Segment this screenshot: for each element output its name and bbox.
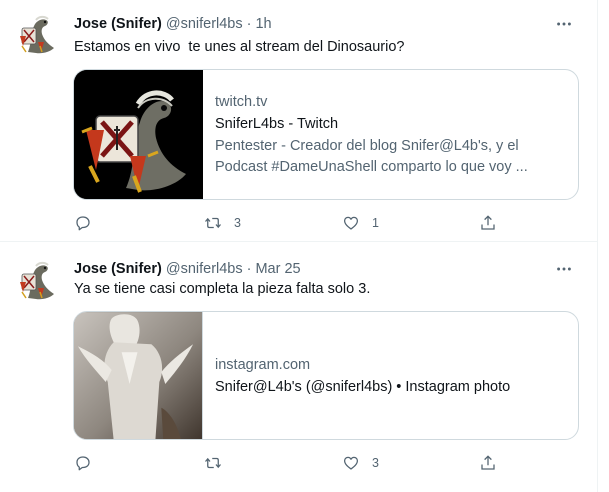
like-icon xyxy=(343,216,359,230)
separator-dot: · xyxy=(246,261,252,277)
like-count: 3 xyxy=(372,456,379,470)
tweet-text: Ya se tiene casi completa la pieza falta… xyxy=(74,281,371,297)
link-card[interactable]: twitch.tv SniferL4bs - Twitch Pentester … xyxy=(73,69,579,200)
reply-icon xyxy=(76,216,90,231)
more-button[interactable] xyxy=(554,14,574,34)
author-name[interactable]: Jose (Snifer) xyxy=(74,16,162,32)
avatar[interactable] xyxy=(14,12,58,58)
share-icon xyxy=(481,455,495,470)
retweet-button[interactable] xyxy=(204,452,234,474)
action-bar: 3 1 xyxy=(74,212,504,234)
more-icon xyxy=(557,267,571,271)
more-button[interactable] xyxy=(554,259,574,279)
more-icon xyxy=(557,22,571,26)
like-button[interactable]: 3 xyxy=(342,452,379,474)
avatar[interactable] xyxy=(14,258,58,304)
action-bar: 3 xyxy=(74,452,504,474)
card-description-line: Podcast #DameUnaShell comparto lo que vo… xyxy=(215,158,528,175)
link-card[interactable]: instagram.com Snifer@L4b's (@sniferl4bs)… xyxy=(73,311,579,440)
like-button[interactable]: 1 xyxy=(342,212,379,234)
figure-photo-image xyxy=(74,312,202,439)
tweet[interactable]: Jose (Snifer) @sniferl4bs · Mar 25 Ya se… xyxy=(0,243,598,492)
share-button[interactable] xyxy=(479,452,497,474)
card-description-line: Pentester - Creador del blog Snifer@L4b'… xyxy=(215,137,519,154)
share-icon xyxy=(481,215,495,230)
card-title: Snifer@L4b's (@sniferl4bs) • Instagram p… xyxy=(215,378,511,395)
dinosaur-avatar-icon xyxy=(20,261,54,300)
author-name[interactable]: Jose (Snifer) xyxy=(74,261,162,277)
retweet-icon xyxy=(205,217,221,229)
reply-button[interactable] xyxy=(74,452,92,474)
reply-button[interactable] xyxy=(74,212,92,234)
tweet-time[interactable]: Mar 25 xyxy=(255,261,300,277)
like-icon xyxy=(343,456,359,470)
card-body: twitch.tv SniferL4bs - Twitch Pentester … xyxy=(203,70,578,199)
reply-icon xyxy=(76,456,90,471)
card-domain: twitch.tv xyxy=(215,93,268,110)
dinosaur-logo-image xyxy=(74,70,203,199)
tweet-header: Jose (Snifer) @sniferl4bs · Mar 25 xyxy=(74,259,574,279)
timeline-feed: Jose (Snifer) @sniferl4bs · 1h Estamos e… xyxy=(0,0,598,492)
dinosaur-avatar-icon xyxy=(20,15,54,54)
card-domain: instagram.com xyxy=(215,356,311,373)
card-title: SniferL4bs - Twitch xyxy=(215,115,339,132)
like-count: 1 xyxy=(372,216,379,230)
separator-dot: · xyxy=(246,16,252,32)
card-body: instagram.com Snifer@L4b's (@sniferl4bs)… xyxy=(203,312,578,439)
author-handle[interactable]: @sniferl4bs xyxy=(166,261,243,277)
retweet-count: 3 xyxy=(234,216,241,230)
tweet-time[interactable]: 1h xyxy=(255,16,271,32)
author-handle[interactable]: @sniferl4bs xyxy=(166,16,243,32)
retweet-icon xyxy=(205,457,221,469)
card-thumbnail xyxy=(74,70,203,199)
tweet-header: Jose (Snifer) @sniferl4bs · 1h xyxy=(74,14,574,34)
card-thumbnail xyxy=(74,312,203,439)
share-button[interactable] xyxy=(479,212,497,234)
retweet-button[interactable]: 3 xyxy=(204,212,241,234)
tweet-text: Estamos en vivo te unes al stream del Di… xyxy=(74,39,405,55)
card-description: Pentester - Creador del blog Snifer@L4b'… xyxy=(215,136,566,178)
tweet[interactable]: Jose (Snifer) @sniferl4bs · 1h Estamos e… xyxy=(0,0,598,242)
